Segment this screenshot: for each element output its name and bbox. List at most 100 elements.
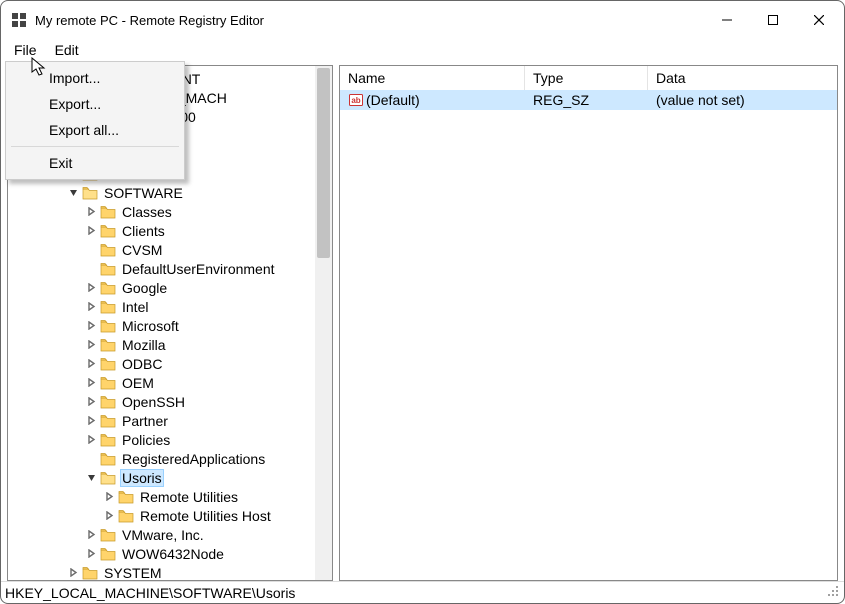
- tree-row[interactable]: Mozilla: [8, 335, 315, 354]
- expand-toggle-icon[interactable]: [66, 568, 80, 577]
- folder-icon: [100, 395, 116, 409]
- value-data: (value not set): [648, 90, 837, 110]
- value-name: (Default): [366, 92, 420, 108]
- close-button[interactable]: [796, 5, 842, 35]
- expand-toggle-icon[interactable]: [84, 530, 98, 539]
- tree-row[interactable]: SYSTEM: [8, 563, 315, 580]
- maximize-button[interactable]: [750, 5, 796, 35]
- tree-row[interactable]: VMware, Inc.: [8, 525, 315, 544]
- list-row[interactable]: ab (Default) REG_SZ(value not set): [340, 90, 837, 110]
- tree-label: DefaultUserEnvironment: [120, 261, 277, 277]
- tree-row[interactable]: Intel: [8, 297, 315, 316]
- folder-icon: [118, 509, 134, 523]
- folder-icon: [100, 452, 116, 466]
- expand-toggle-icon[interactable]: [84, 207, 98, 216]
- expand-toggle-icon[interactable]: [84, 435, 98, 444]
- folder-icon: [82, 566, 98, 580]
- folder-icon: [100, 357, 116, 371]
- tree-label: CVSM: [120, 242, 164, 258]
- col-name[interactable]: Name: [340, 66, 525, 90]
- tree-label: SYSTEM: [102, 565, 164, 581]
- tree-row[interactable]: Clients: [8, 221, 315, 240]
- menu-file[interactable]: File: [5, 41, 46, 59]
- tree-label: WOW6432Node: [120, 546, 226, 562]
- tree-row[interactable]: Google: [8, 278, 315, 297]
- folder-icon: [100, 281, 116, 295]
- tree-row[interactable]: Remote Utilities Host: [8, 506, 315, 525]
- list-rows: ab (Default) REG_SZ(value not set): [340, 90, 837, 580]
- tree-label: VMware, Inc.: [120, 527, 206, 543]
- folder-icon: [100, 205, 116, 219]
- menu-separator: [11, 146, 179, 147]
- tree-row[interactable]: RegisteredApplications: [8, 449, 315, 468]
- expand-toggle-icon[interactable]: [102, 511, 116, 520]
- expand-toggle-icon[interactable]: [84, 397, 98, 406]
- folder-icon: [100, 243, 116, 257]
- tree-label: Intel: [120, 299, 150, 315]
- tree-row[interactable]: Policies: [8, 430, 315, 449]
- folder-icon: [118, 490, 134, 504]
- file-menu-dropdown: Import... Export... Export all... Exit: [5, 61, 185, 180]
- menu-edit[interactable]: Edit: [46, 41, 88, 59]
- window-title: My remote PC - Remote Registry Editor: [35, 13, 264, 28]
- folder-icon: [100, 547, 116, 561]
- menu-export[interactable]: Export...: [9, 91, 181, 117]
- menu-export-all[interactable]: Export all...: [9, 117, 181, 143]
- folder-icon: [100, 319, 116, 333]
- tree-label: Mozilla: [120, 337, 168, 353]
- minimize-button[interactable]: [704, 5, 750, 35]
- expand-toggle-icon[interactable]: [84, 378, 98, 387]
- tree-row[interactable]: Partner: [8, 411, 315, 430]
- tree-row[interactable]: OEM: [8, 373, 315, 392]
- window-controls: [704, 5, 842, 35]
- expand-toggle-icon[interactable]: [84, 473, 98, 482]
- tree-row[interactable]: DefaultUserEnvironment: [8, 259, 315, 278]
- tree-label: Policies: [120, 432, 172, 448]
- app-window: My remote PC - Remote Registry Editor Fi…: [0, 0, 845, 604]
- tree-scrollbar[interactable]: [315, 66, 332, 580]
- expand-toggle-icon[interactable]: [84, 549, 98, 558]
- expand-toggle-icon[interactable]: [84, 226, 98, 235]
- tree-row[interactable]: ODBC: [8, 354, 315, 373]
- expand-toggle-icon[interactable]: [84, 416, 98, 425]
- expand-toggle-icon[interactable]: [84, 302, 98, 311]
- tree-label: Remote Utilities: [138, 489, 240, 505]
- tree-row[interactable]: Remote Utilities: [8, 487, 315, 506]
- titlebar: My remote PC - Remote Registry Editor: [1, 1, 844, 39]
- folder-icon: [100, 433, 116, 447]
- list-pane: Name Type Data ab (Default) REG_SZ(value n…: [339, 65, 838, 581]
- tree-label: Usoris: [120, 469, 164, 487]
- tree-label: RegisteredApplications: [120, 451, 267, 467]
- col-type[interactable]: Type: [525, 66, 648, 90]
- expand-toggle-icon[interactable]: [84, 359, 98, 368]
- tree-row[interactable]: Microsoft: [8, 316, 315, 335]
- folder-icon: [100, 224, 116, 238]
- folder-icon: [100, 300, 116, 314]
- tree-row[interactable]: OpenSSH: [8, 392, 315, 411]
- resize-grip[interactable]: [826, 584, 840, 601]
- tree-row[interactable]: WOW6432Node: [8, 544, 315, 563]
- tree-row[interactable]: SOFTWARE: [8, 183, 315, 202]
- menubar: File Edit: [1, 39, 844, 61]
- folder-icon: [100, 414, 116, 428]
- folder-icon: [100, 528, 116, 542]
- expand-toggle-icon[interactable]: [66, 188, 80, 197]
- menu-exit[interactable]: Exit: [9, 150, 181, 176]
- tree-label: ODBC: [120, 356, 164, 372]
- col-data[interactable]: Data: [648, 66, 837, 90]
- menu-import[interactable]: Import...: [9, 65, 181, 91]
- tree-row[interactable]: Usoris: [8, 468, 315, 487]
- scrollbar-thumb[interactable]: [317, 68, 330, 258]
- expand-toggle-icon[interactable]: [84, 340, 98, 349]
- list-header: Name Type Data: [340, 66, 837, 90]
- expand-toggle-icon[interactable]: [84, 283, 98, 292]
- svg-text:ab: ab: [351, 96, 360, 105]
- expand-toggle-icon[interactable]: [102, 492, 116, 501]
- tree-row[interactable]: CVSM: [8, 240, 315, 259]
- value-type: REG_SZ: [525, 90, 648, 110]
- expand-toggle-icon[interactable]: [84, 321, 98, 330]
- folder-icon: [100, 471, 116, 485]
- tree-row[interactable]: Classes: [8, 202, 315, 221]
- folder-icon: [100, 262, 116, 276]
- folder-icon: [100, 338, 116, 352]
